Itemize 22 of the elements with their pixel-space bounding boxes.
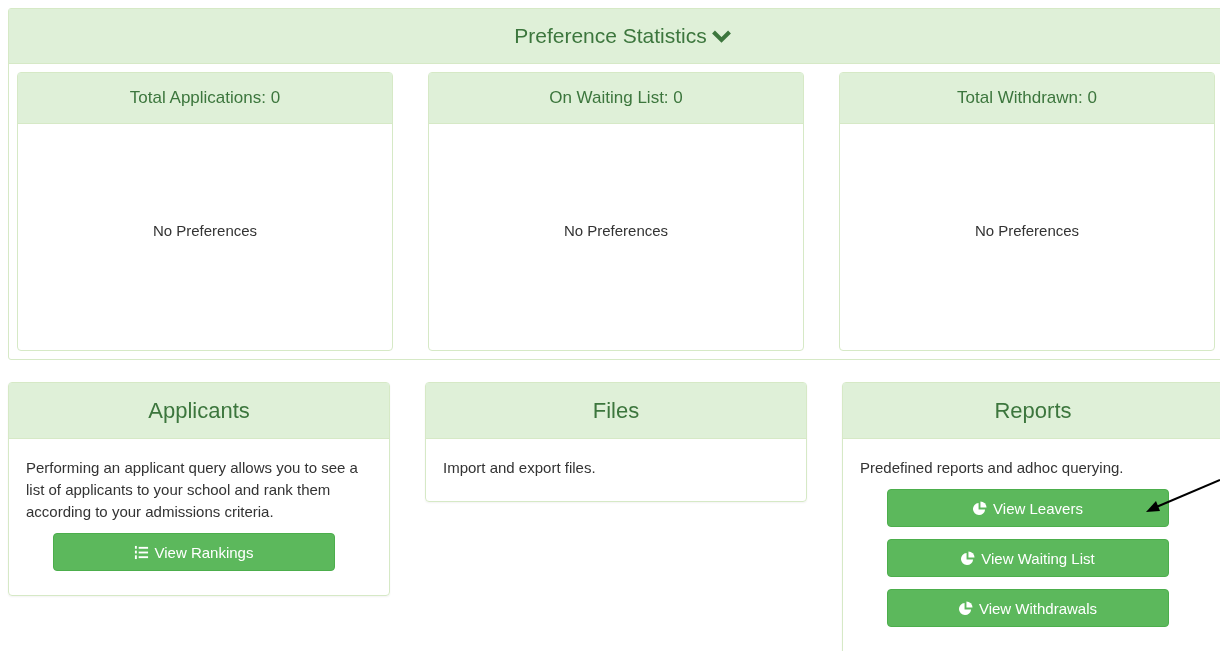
action-button[interactable]: View Leavers [886, 489, 1169, 527]
action-button[interactable]: View Withdrawals [886, 589, 1169, 627]
stat-title: On Waiting List: 0 [429, 73, 803, 124]
pie-chart-icon [972, 500, 988, 516]
stat-title: Total Applications: 0 [18, 73, 392, 124]
description: Import and export files. [443, 458, 597, 478]
section-title: Reports [843, 383, 1220, 439]
description: Performing an applicant query allows you to see a list of applicants to your school and rank them according to your admissions criteria. [26, 458, 359, 522]
chevron-down-icon[interactable] [710, 29, 732, 43]
description: Predefined reports and adhoc querying. [860, 458, 1125, 478]
section-title: Files [426, 383, 806, 439]
stat-title: Total Withdrawn: 0 [840, 73, 1214, 124]
action-button[interactable]: View Waiting List [886, 539, 1169, 577]
list-icon [133, 544, 149, 560]
section-title: Applicants [9, 383, 389, 439]
empty-message: No Preferences [974, 221, 1080, 239]
pie-chart-icon [960, 550, 976, 566]
panel-title[interactable]: Preference Statistics [514, 24, 707, 48]
pie-chart-icon [957, 600, 973, 616]
empty-message: No Preferences [563, 221, 669, 239]
action-button[interactable]: View Rankings [52, 533, 335, 571]
empty-message: No Preferences [152, 221, 258, 239]
